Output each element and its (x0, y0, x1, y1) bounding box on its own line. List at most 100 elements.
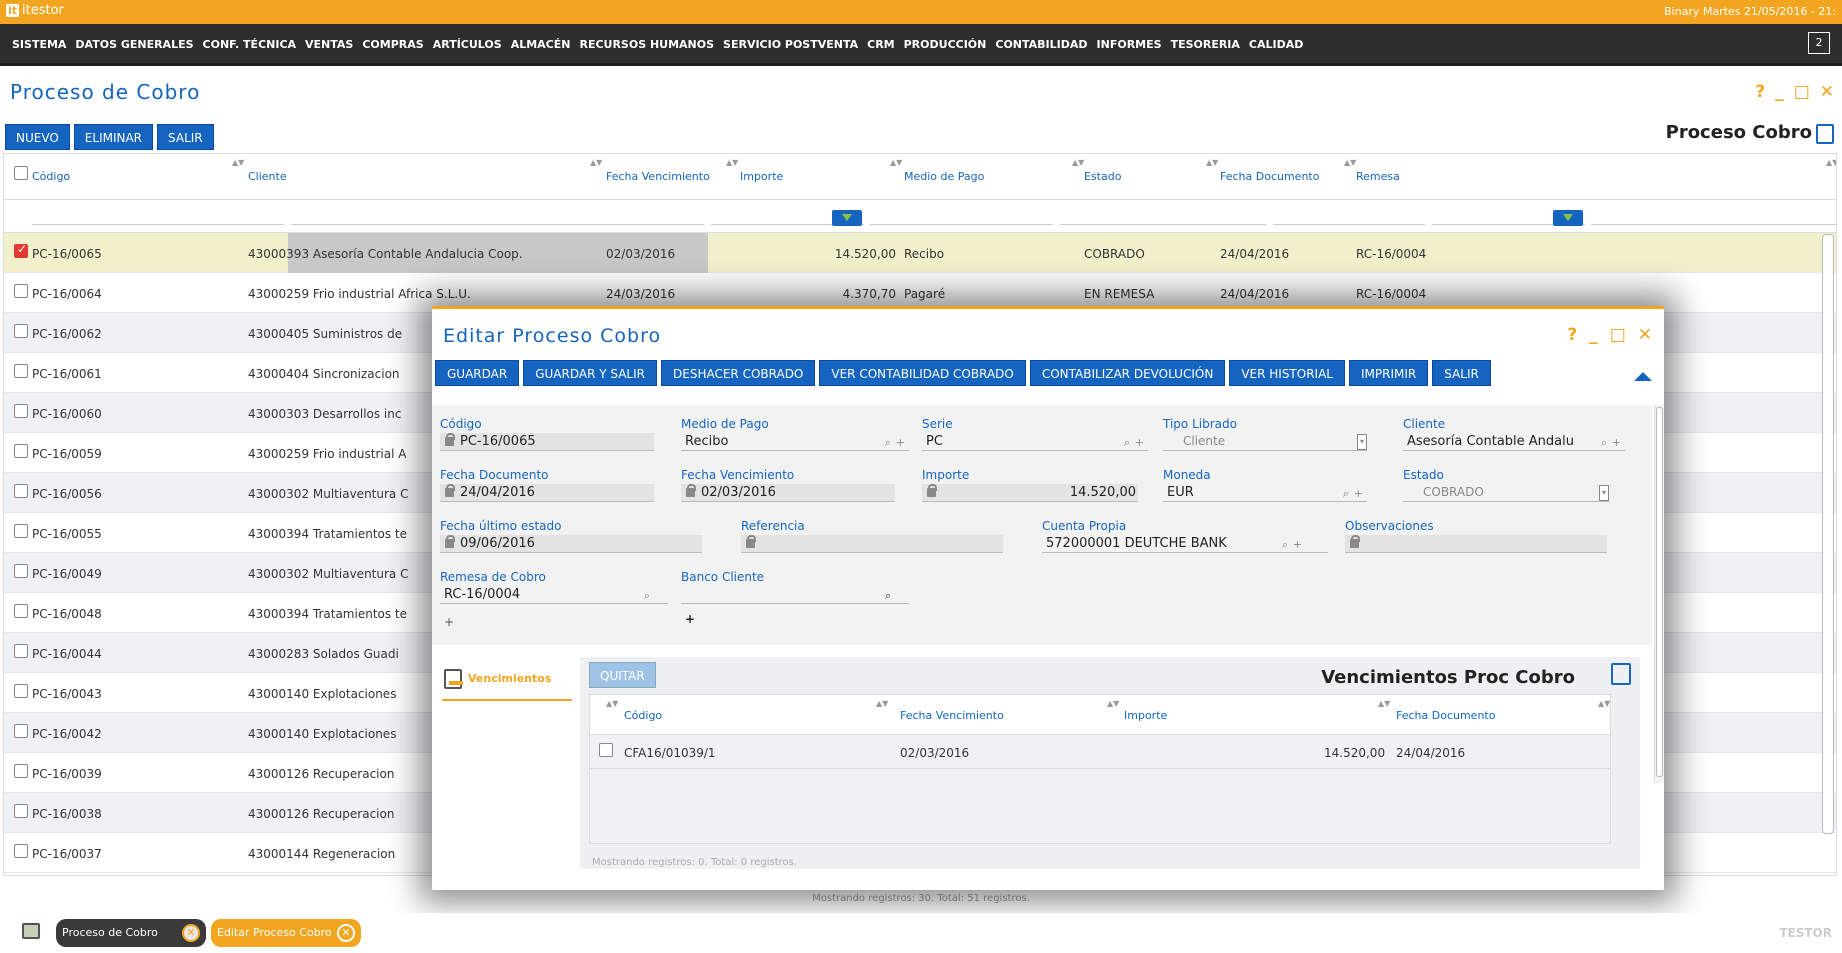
close-icon[interactable]: ✕ (182, 924, 200, 942)
col-fecha-vencimiento[interactable]: Fecha Vencimiento (900, 709, 1004, 722)
filter-medio-pago[interactable] (1060, 224, 1266, 225)
export-icon[interactable] (1816, 124, 1834, 144)
maximize-icon[interactable]: □ (1610, 325, 1626, 345)
row-checkbox[interactable] (14, 484, 28, 498)
sort-icon[interactable]: ▲▼ (1598, 699, 1610, 708)
menu-item-4[interactable]: COMPRAS (362, 38, 423, 51)
remove-button[interactable]: QUITAR (589, 662, 656, 688)
maximize-icon[interactable]: □ (1794, 82, 1810, 102)
menu-item-8[interactable]: SERVICIO POSTVENTA (723, 38, 858, 51)
add-icon[interactable]: + (1135, 434, 1144, 451)
col-fecha-documento[interactable]: Fecha Documento (1220, 170, 1319, 183)
help-icon[interactable]: ? (1755, 82, 1765, 102)
add-icon[interactable]: + (1354, 485, 1363, 502)
dialog-scrollbar[interactable] (1654, 405, 1664, 783)
row-checkbox[interactable] (14, 644, 28, 658)
row-checkbox[interactable] (14, 804, 28, 818)
col-remesa[interactable]: Remesa (1356, 170, 1400, 183)
dialog-button-2[interactable]: DESHACER COBRADO (661, 360, 816, 386)
moneda-input[interactable]: EUR ⌕ + (1163, 484, 1367, 502)
close-icon[interactable]: ✕ (1820, 82, 1834, 102)
search-icon[interactable]: ⌕ (1282, 536, 1288, 553)
filter-icon[interactable] (832, 210, 862, 226)
menu-item-11[interactable]: CONTABILIDAD (995, 38, 1087, 51)
menu-item-14[interactable]: CALIDAD (1249, 38, 1303, 51)
col-importe[interactable]: Importe (1124, 709, 1167, 722)
row-checkbox[interactable] (14, 364, 28, 378)
scroll-thumb[interactable] (1656, 407, 1663, 777)
cliente-input[interactable]: Asesoría Contable Andalu ⌕ + (1403, 433, 1625, 451)
row-checkbox[interactable] (14, 564, 28, 578)
sort-icon[interactable]: ▲▼ (876, 699, 888, 708)
task-tab-editar-proceso-cobro[interactable]: Editar Proceso Cobro ✕ (211, 919, 361, 947)
estado-select[interactable]: COBRADO ▾ (1403, 484, 1609, 502)
search-icon[interactable]: ⌕ (1601, 434, 1607, 451)
search-icon[interactable]: ⌕ (1124, 434, 1130, 451)
col-codigo[interactable]: Código (624, 709, 662, 722)
menu-item-1[interactable]: DATOS GENERALES (75, 38, 193, 51)
sort-icon[interactable]: ▲▼ (1072, 158, 1084, 167)
sort-icon[interactable]: ▲▼ (590, 158, 602, 167)
remesa-cobro-input[interactable]: RC-16/0004 ⌕ (440, 586, 668, 604)
col-fecha-documento[interactable]: Fecha Documento (1396, 709, 1495, 722)
row-checkbox[interactable] (14, 524, 28, 538)
select-all-checkbox[interactable] (14, 166, 28, 180)
row-checkbox[interactable] (14, 444, 28, 458)
col-medio-pago[interactable]: Medio de Pago (904, 170, 984, 183)
serie-input[interactable]: PC ⌕ + (922, 433, 1148, 451)
add-icon[interactable]: + (896, 434, 905, 451)
row-checkbox[interactable] (14, 404, 28, 418)
row-checkbox[interactable] (14, 844, 28, 858)
medio-pago-input[interactable]: Recibo ⌕ + (681, 433, 909, 451)
search-icon[interactable]: ⌕ (885, 434, 891, 451)
menu-item-6[interactable]: ALMACÉN (511, 38, 571, 51)
chevron-down-icon[interactable]: ▾ (1599, 485, 1609, 501)
help-icon[interactable]: ? (1567, 325, 1577, 345)
collapse-icon[interactable] (1634, 372, 1652, 381)
col-estado[interactable]: Estado (1084, 170, 1121, 183)
delete-button[interactable]: ELIMINAR (73, 124, 154, 150)
sort-icon[interactable]: ▲▼ (1826, 158, 1836, 167)
grid-scrollbar[interactable] (1822, 234, 1834, 834)
row-checkbox[interactable] (14, 324, 28, 338)
windows-count-badge[interactable]: 2 (1808, 32, 1830, 54)
filter-icon[interactable] (1553, 210, 1583, 226)
add-icon[interactable]: + (1612, 434, 1621, 451)
close-icon[interactable]: ✕ (1638, 325, 1652, 345)
dialog-button-4[interactable]: CONTABILIZAR DEVOLUCIÓN (1029, 360, 1226, 386)
row-checkbox[interactable] (14, 284, 28, 298)
minimize-icon[interactable]: _ (1589, 325, 1598, 345)
banco-cliente-input[interactable]: ⌕ (681, 586, 909, 604)
filter-importe[interactable] (870, 224, 1053, 225)
filter-estado[interactable] (1273, 224, 1425, 225)
row-checkbox[interactable] (14, 724, 28, 738)
row-checkbox[interactable] (14, 242, 28, 258)
col-codigo[interactable]: Código (32, 170, 70, 183)
menu-item-0[interactable]: SISTEMA (12, 38, 66, 51)
sort-icon[interactable]: ▲▼ (1378, 699, 1390, 708)
sort-icon[interactable]: ▲▼ (1344, 158, 1356, 167)
menu-item-3[interactable]: VENTAS (305, 38, 353, 51)
sort-icon[interactable]: ▲▼ (232, 158, 244, 167)
row-checkbox[interactable] (14, 684, 28, 698)
add-icon[interactable]: + (1293, 536, 1302, 553)
row-checkbox[interactable] (599, 743, 613, 757)
filter-remesa[interactable] (1591, 224, 1836, 225)
sort-icon[interactable]: ▲▼ (890, 158, 902, 167)
chevron-down-icon[interactable]: ▾ (1357, 434, 1367, 450)
menu-item-13[interactable]: TESORERIA (1171, 38, 1240, 51)
sort-icon[interactable]: ▲▼ (1206, 158, 1218, 167)
dialog-button-7[interactable]: SALIR (1432, 360, 1491, 386)
filter-codigo[interactable] (32, 224, 284, 225)
menu-item-12[interactable]: INFORMES (1097, 38, 1162, 51)
menu-item-2[interactable]: CONF. TÉCNICA (203, 38, 297, 51)
sort-icon[interactable]: ▲▼ (606, 699, 618, 708)
filter-cliente[interactable] (291, 224, 704, 225)
tipo-librado-select[interactable]: Cliente ▾ (1163, 433, 1367, 451)
tab-vencimientos[interactable]: Vencimientos (442, 661, 572, 701)
menu-item-7[interactable]: RECURSOS HUMANOS (579, 38, 714, 51)
sort-icon[interactable]: ▲▼ (726, 158, 738, 167)
minimize-icon[interactable]: _ (1775, 82, 1784, 102)
search-icon[interactable]: ⌕ (644, 587, 650, 604)
menu-item-10[interactable]: PRODUCCIÓN (904, 38, 987, 51)
